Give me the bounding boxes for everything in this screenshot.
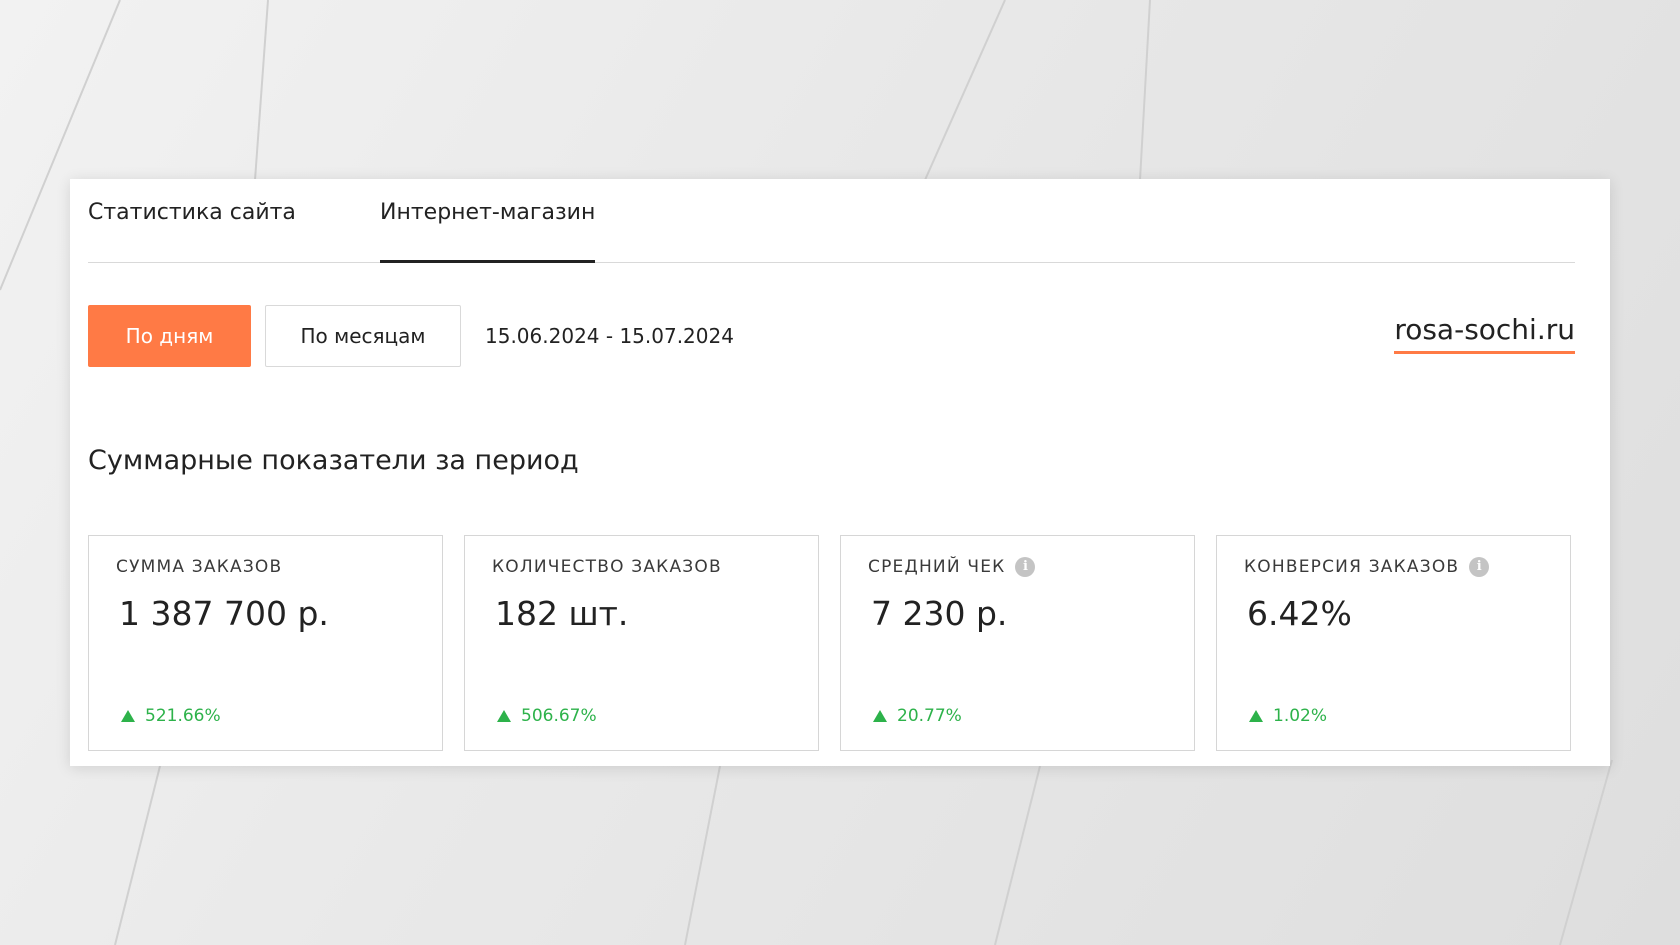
- metric-value: 6.42%: [1247, 594, 1352, 633]
- tab-online-store[interactable]: Интернет-магазин: [380, 179, 596, 263]
- section-title: Суммарные показатели за период: [88, 445, 579, 476]
- metric-value: 1 387 700 р.: [119, 594, 329, 633]
- metric-label-text: КОНВЕРСИЯ ЗАКАЗОВ: [1244, 557, 1460, 577]
- metric-card-average-check: СРЕДНИЙ ЧЕК i 7 230 р. 20.77%: [840, 535, 1195, 751]
- by-days-button[interactable]: По дням: [88, 305, 251, 367]
- metric-label: КОНВЕРСИЯ ЗАКАЗОВ i: [1244, 557, 1490, 577]
- arrow-up-icon: [497, 710, 511, 722]
- date-range-picker[interactable]: 15.06.2024 - 15.07.2024: [485, 305, 734, 367]
- metric-label: КОЛИЧЕСТВО ЗАКАЗОВ: [492, 557, 722, 577]
- tab-bar: Статистика сайта Интернет-магазин: [88, 179, 1575, 263]
- site-selector[interactable]: rosa-sochi.ru: [1394, 313, 1575, 354]
- arrow-up-icon: [121, 710, 135, 722]
- arrow-up-icon: [873, 710, 887, 722]
- metric-change: 20.77%: [873, 706, 962, 726]
- metric-label: СУММА ЗАКАЗОВ: [116, 557, 282, 577]
- metric-label: СРЕДНИЙ ЧЕК i: [868, 557, 1036, 577]
- metric-change-value: 506.67%: [521, 706, 597, 726]
- metric-value: 7 230 р.: [871, 594, 1008, 633]
- metric-change: 521.66%: [121, 706, 221, 726]
- statistics-panel: Статистика сайта Интернет-магазин По дня…: [70, 179, 1610, 766]
- by-months-button[interactable]: По месяцам: [265, 305, 461, 367]
- info-icon[interactable]: i: [1469, 557, 1490, 577]
- metric-card-orders-sum: СУММА ЗАКАЗОВ 1 387 700 р. 521.66%: [88, 535, 443, 751]
- metric-change-value: 20.77%: [897, 706, 962, 726]
- metric-card-orders-count: КОЛИЧЕСТВО ЗАКАЗОВ 182 шт. 506.67%: [464, 535, 819, 751]
- metric-card-orders-conversion: КОНВЕРСИЯ ЗАКАЗОВ i 6.42% 1.02%: [1216, 535, 1571, 751]
- metric-change: 506.67%: [497, 706, 597, 726]
- tab-site-statistics[interactable]: Статистика сайта: [88, 179, 296, 262]
- metric-label-text: КОЛИЧЕСТВО ЗАКАЗОВ: [492, 557, 722, 577]
- metric-label-text: СУММА ЗАКАЗОВ: [116, 557, 283, 577]
- metric-value: 182 шт.: [495, 594, 629, 633]
- metric-change-value: 1.02%: [1273, 706, 1328, 726]
- metric-label-text: СРЕДНИЙ ЧЕК: [868, 557, 1006, 577]
- metric-change: 1.02%: [1249, 706, 1327, 726]
- arrow-up-icon: [1249, 710, 1263, 722]
- metric-change-value: 521.66%: [145, 706, 221, 726]
- info-icon[interactable]: i: [1015, 557, 1036, 577]
